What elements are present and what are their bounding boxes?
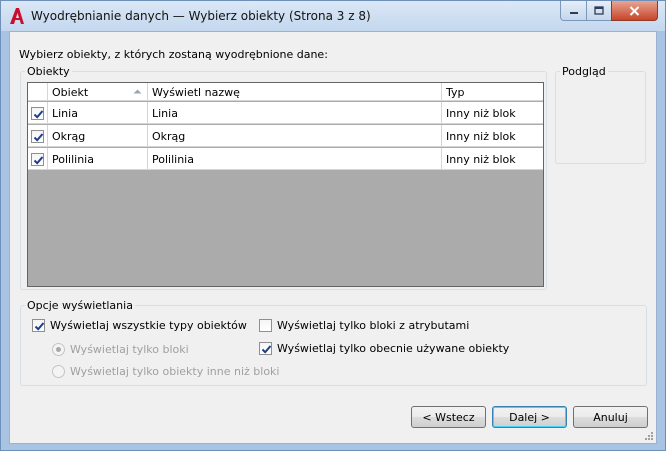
dialog-window: Wyodrębnianie danych — Wybierz obiekty (…: [0, 0, 666, 451]
checkmark-icon: [34, 322, 45, 331]
window-title: Wyodrębnianie danych — Wybierz obiekty (…: [31, 9, 371, 23]
blocks-only-label: Wyświetlaj tylko bloki: [70, 343, 189, 356]
blocks-with-attributes-option[interactable]: Wyświetlaj tylko bloki z atrybutami: [259, 319, 469, 332]
display-options-label: Opcje wyświetlania: [25, 299, 135, 312]
checkmark-icon: [33, 132, 44, 142]
dialog-client-area: Wybierz obiekty, z których zostaną wyodr…: [9, 31, 657, 444]
objects-group-label: Obiekty: [25, 65, 72, 78]
grid-header: Obiekt Wyświetl nazwę Typ: [28, 83, 543, 101]
objects-grid[interactable]: Obiekt Wyświetl nazwę Typ Linia Linia In…: [27, 82, 544, 287]
currently-used-checkbox[interactable]: [259, 342, 272, 355]
header-check-column[interactable]: [28, 83, 48, 101]
cell-display-name[interactable]: Linia: [148, 102, 442, 124]
checkmark-icon: [261, 345, 272, 354]
next-button[interactable]: Dalej >: [492, 406, 567, 428]
title-bar[interactable]: Wyodrębnianie danych — Wybierz obiekty (…: [1, 1, 665, 31]
maximize-icon: [594, 5, 604, 15]
preview-group: Podgląd: [555, 65, 646, 164]
blocks-with-attributes-checkbox[interactable]: [259, 319, 272, 332]
cell-type: Inny niż blok: [446, 130, 516, 143]
table-row[interactable]: Okrąg Okrąg Inny niż blok: [28, 125, 543, 147]
minimize-button[interactable]: [560, 1, 587, 21]
header-type[interactable]: Typ: [442, 83, 543, 101]
blocks-with-attributes-label: Wyświetlaj tylko bloki z atrybutami: [277, 319, 470, 332]
header-object[interactable]: Obiekt: [48, 83, 148, 101]
cell-display-name[interactable]: Okrąg: [148, 125, 442, 147]
table-row[interactable]: Polilinia Polilinia Inny niż blok: [28, 148, 543, 170]
row-checkbox[interactable]: [31, 152, 44, 166]
cell-object: Polilinia: [48, 148, 148, 170]
row-checkbox[interactable]: [31, 106, 44, 120]
show-all-types-option[interactable]: Wyświetlaj wszystkie typy obiektów: [32, 319, 247, 332]
checkmark-icon: [33, 109, 44, 119]
non-blocks-only-option[interactable]: Wyświetlaj tylko obiekty inne niż bloki: [52, 365, 279, 378]
cell-object: Linia: [48, 102, 148, 124]
sort-ascending-icon: [133, 89, 142, 94]
minimize-icon: [569, 11, 578, 14]
non-blocks-only-radio[interactable]: [52, 365, 65, 378]
back-button[interactable]: < Wstecz: [411, 406, 486, 428]
checkmark-icon: [33, 155, 44, 165]
currently-used-label: Wyświetlaj tylko obecnie używane obiekty: [277, 342, 510, 355]
cell-type: Inny niż blok: [446, 153, 516, 166]
cell-object: Okrąg: [48, 125, 148, 147]
objects-group: Obiekty Obiekt Wyświetl nazwę Typ Linia …: [20, 65, 547, 290]
blocks-only-radio[interactable]: [52, 343, 65, 356]
display-options-group: Opcje wyświetlania Wyświetlaj wszystkie …: [20, 299, 647, 386]
close-icon: [629, 5, 640, 16]
preview-group-label: Podgląd: [560, 65, 608, 78]
blocks-only-option[interactable]: Wyświetlaj tylko bloki: [52, 343, 189, 356]
show-all-types-label: Wyświetlaj wszystkie typy obiektów: [50, 319, 247, 332]
cell-display-name[interactable]: Polilinia: [148, 148, 442, 170]
autocad-logo-icon: [10, 8, 24, 24]
maximize-button[interactable]: [586, 1, 612, 21]
row-checkbox[interactable]: [31, 129, 44, 143]
non-blocks-only-label: Wyświetlaj tylko obiekty inne niż bloki: [70, 365, 280, 378]
cancel-button[interactable]: Anuluj: [573, 406, 648, 428]
show-all-types-checkbox[interactable]: [32, 319, 45, 332]
table-row[interactable]: Linia Linia Inny niż blok: [28, 102, 543, 124]
resize-grip-icon[interactable]: [644, 431, 654, 441]
header-display-name[interactable]: Wyświetl nazwę: [148, 83, 442, 101]
currently-used-option[interactable]: Wyświetlaj tylko obecnie używane obiekty: [259, 342, 509, 355]
cell-type: Inny niż blok: [446, 107, 516, 120]
instruction-text: Wybierz obiekty, z których zostaną wyodr…: [19, 48, 328, 61]
close-button[interactable]: [611, 1, 658, 21]
